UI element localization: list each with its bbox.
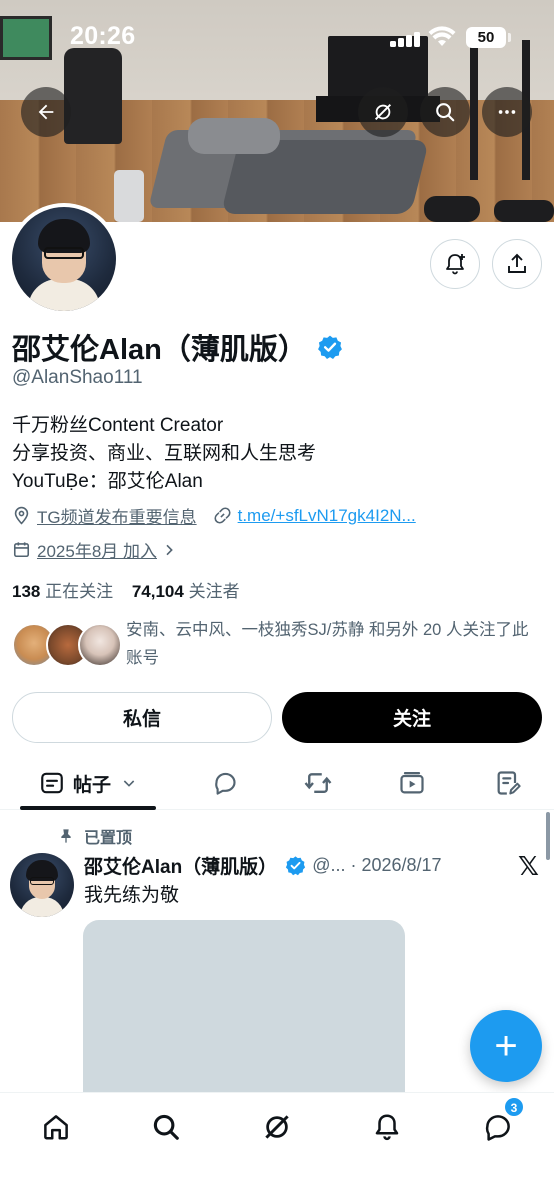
followers-link[interactable]: 74,104 关注者 bbox=[132, 582, 240, 601]
profile-meta-location-website: TG频道发布重要信息 t.me/+sfLvN17gk4I2N... bbox=[12, 503, 416, 528]
profile-handle: @AlanShao111 bbox=[12, 367, 143, 388]
profile-tabs: 帖子 bbox=[0, 756, 554, 810]
arrow-left-icon bbox=[38, 104, 54, 120]
profile-meta-joined[interactable]: 2025年8月 加入 bbox=[12, 537, 183, 562]
compose-post-button[interactable]: + bbox=[470, 1010, 542, 1082]
follow-button[interactable]: 关注 bbox=[282, 692, 542, 743]
joined-date: 2025年8月 加入 bbox=[37, 542, 157, 561]
nav-notifications[interactable] bbox=[367, 1107, 407, 1147]
chevron-down-icon bbox=[123, 780, 135, 787]
nav-home[interactable] bbox=[36, 1107, 76, 1147]
post-author-avatar[interactable] bbox=[10, 853, 74, 917]
search-icon bbox=[436, 103, 455, 122]
x-logo-icon: 𝕏 bbox=[518, 851, 539, 881]
follow-counts: 138 正在关注 74,104 关注者 bbox=[12, 577, 240, 602]
tab-reposts[interactable] bbox=[296, 756, 340, 810]
location-text[interactable]: TG频道发布重要信息 bbox=[37, 503, 197, 528]
pinned-label: 已置顶 bbox=[84, 830, 133, 847]
home-icon bbox=[44, 1115, 68, 1140]
scrollbar[interactable] bbox=[546, 812, 550, 860]
nav-messages[interactable]: 3 bbox=[478, 1097, 524, 1147]
verified-badge-icon[interactable] bbox=[317, 334, 343, 360]
profile-name: 邵艾伦Alan（薄肌版） bbox=[12, 326, 343, 368]
location-pin-icon bbox=[14, 506, 29, 525]
nav-search[interactable] bbox=[146, 1107, 186, 1147]
grok-icon bbox=[265, 1115, 289, 1139]
post-text: 我先练为敬 bbox=[84, 885, 180, 906]
following-label: 正在关注 bbox=[45, 582, 114, 601]
followers-count: 74,104 bbox=[131, 582, 184, 601]
reply-bubble-icon bbox=[214, 772, 236, 795]
grok-button[interactable] bbox=[358, 87, 408, 137]
grok-icon bbox=[374, 103, 392, 121]
search-icon bbox=[153, 1114, 179, 1140]
followed-by-text: 安南、云中风、一枝独秀SJ/苏静 和另外 20 人关注了此账号 bbox=[126, 621, 529, 667]
tab-posts-label: 帖子 bbox=[72, 774, 111, 796]
tab-articles[interactable] bbox=[486, 756, 530, 810]
article-icon bbox=[497, 771, 521, 795]
status-bar: 20:26 50 bbox=[0, 0, 554, 72]
chat-bubble-icon bbox=[485, 1115, 510, 1141]
bell-plus-icon bbox=[446, 254, 465, 275]
back-button[interactable] bbox=[21, 87, 71, 137]
followed-by-row[interactable]: 安南、云中风、一枝独秀SJ/苏静 和另外 20 人关注了此账号 bbox=[12, 616, 542, 676]
repost-icon bbox=[304, 773, 332, 793]
follower-avatar bbox=[78, 623, 122, 667]
wifi-icon bbox=[428, 26, 456, 46]
website-link[interactable]: t.me/+sfLvN17gk4I2N... bbox=[238, 506, 416, 526]
post-author-name[interactable]: 邵艾伦Alan（薄肌版） bbox=[84, 852, 277, 879]
verified-badge-icon bbox=[286, 856, 306, 876]
link-icon bbox=[214, 507, 231, 524]
share-button[interactable] bbox=[492, 239, 542, 289]
cellular-signal-icon bbox=[390, 31, 422, 47]
messages-badge: 3 bbox=[504, 1097, 524, 1117]
tab-posts[interactable]: 帖子 bbox=[20, 756, 156, 810]
bell-icon bbox=[375, 1114, 399, 1141]
bottom-navigation: 3 bbox=[0, 1092, 554, 1200]
bio-line: 千万粉丝Content Creator bbox=[12, 415, 224, 436]
bio-line: 分享投资、商业、互联网和人生思考 bbox=[12, 443, 317, 464]
profile-bio: 千万粉丝Content Creator 分享投资、商业、互联网和人生思考 You… bbox=[12, 412, 316, 496]
post-header: 邵艾伦Alan（薄肌版） @... · 2026/8/17 bbox=[84, 852, 442, 879]
tab-replies[interactable] bbox=[203, 756, 247, 810]
message-button[interactable]: 私信 bbox=[12, 692, 272, 743]
more-horizontal-icon bbox=[498, 110, 516, 114]
video-icon bbox=[400, 771, 424, 794]
share-icon bbox=[508, 253, 526, 273]
following-link[interactable]: 138 正在关注 bbox=[12, 582, 113, 601]
followers-label: 关注者 bbox=[188, 582, 240, 601]
more-options-button[interactable] bbox=[482, 87, 532, 137]
bio-line: YouTuḄe：邵艾伦Alan bbox=[12, 471, 203, 492]
pin-icon bbox=[61, 829, 71, 843]
subscribe-notifications-button[interactable] bbox=[430, 239, 480, 289]
following-count: 138 bbox=[12, 582, 41, 601]
battery-tip bbox=[508, 33, 511, 42]
profile-avatar[interactable] bbox=[8, 203, 120, 315]
posts-icon bbox=[41, 772, 63, 794]
profile-name-text: 邵艾伦Alan（薄肌版） bbox=[12, 334, 307, 366]
calendar-icon bbox=[13, 542, 30, 558]
tab-videos[interactable] bbox=[390, 756, 434, 810]
pinned-indicator: 已置顶 bbox=[58, 824, 132, 848]
status-time: 20:26 bbox=[70, 22, 136, 50]
chevron-right-icon bbox=[166, 544, 173, 555]
search-button[interactable] bbox=[420, 87, 470, 137]
post-meta: @... · 2026/8/17 bbox=[312, 855, 442, 875]
active-tab-indicator bbox=[20, 806, 156, 810]
battery-indicator: 50 bbox=[466, 27, 506, 48]
post-media[interactable] bbox=[83, 920, 405, 1110]
nav-grok[interactable] bbox=[257, 1107, 297, 1147]
